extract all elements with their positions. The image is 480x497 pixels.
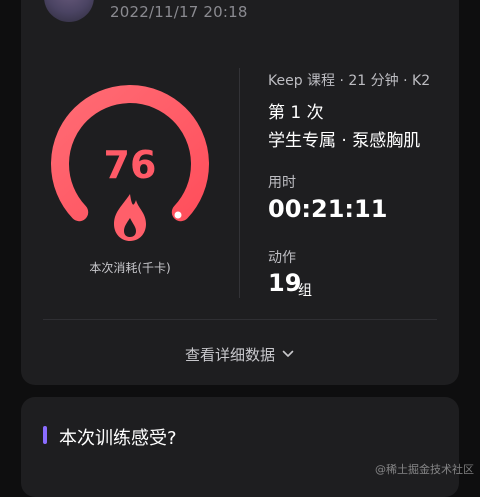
actions-unit: 组 xyxy=(298,283,312,299)
section-accent-bar xyxy=(43,426,47,444)
calories-label: 本次消耗(千卡) xyxy=(89,261,171,275)
horizontal-divider xyxy=(43,319,437,320)
view-details-button[interactable]: 查看详细数据 xyxy=(160,343,320,365)
watermark: @稀土掘金技术社区 xyxy=(375,463,474,476)
vertical-divider xyxy=(239,68,240,298)
training-feeling-title: 本次训练感受? xyxy=(59,428,177,449)
chevron-down-icon xyxy=(282,350,294,357)
gauge-indicator-dot xyxy=(174,211,182,219)
actions-value: 19 xyxy=(268,269,302,297)
plan-name: 学生专属 · 泵感胸肌 xyxy=(268,131,421,151)
session-count: 第 1 次 xyxy=(268,103,324,123)
actions-label: 动作 xyxy=(268,250,296,266)
duration-value: 00:21:11 xyxy=(268,195,388,223)
calories-value: 76 xyxy=(103,143,157,187)
view-details-label: 查看详细数据 xyxy=(184,345,275,364)
flame-icon xyxy=(114,194,146,241)
duration-label: 用时 xyxy=(268,175,296,191)
course-meta: Keep 课程 · 21 分钟 · K2 xyxy=(268,73,431,89)
workout-datetime: 2022/11/17 20:18 xyxy=(110,3,248,21)
